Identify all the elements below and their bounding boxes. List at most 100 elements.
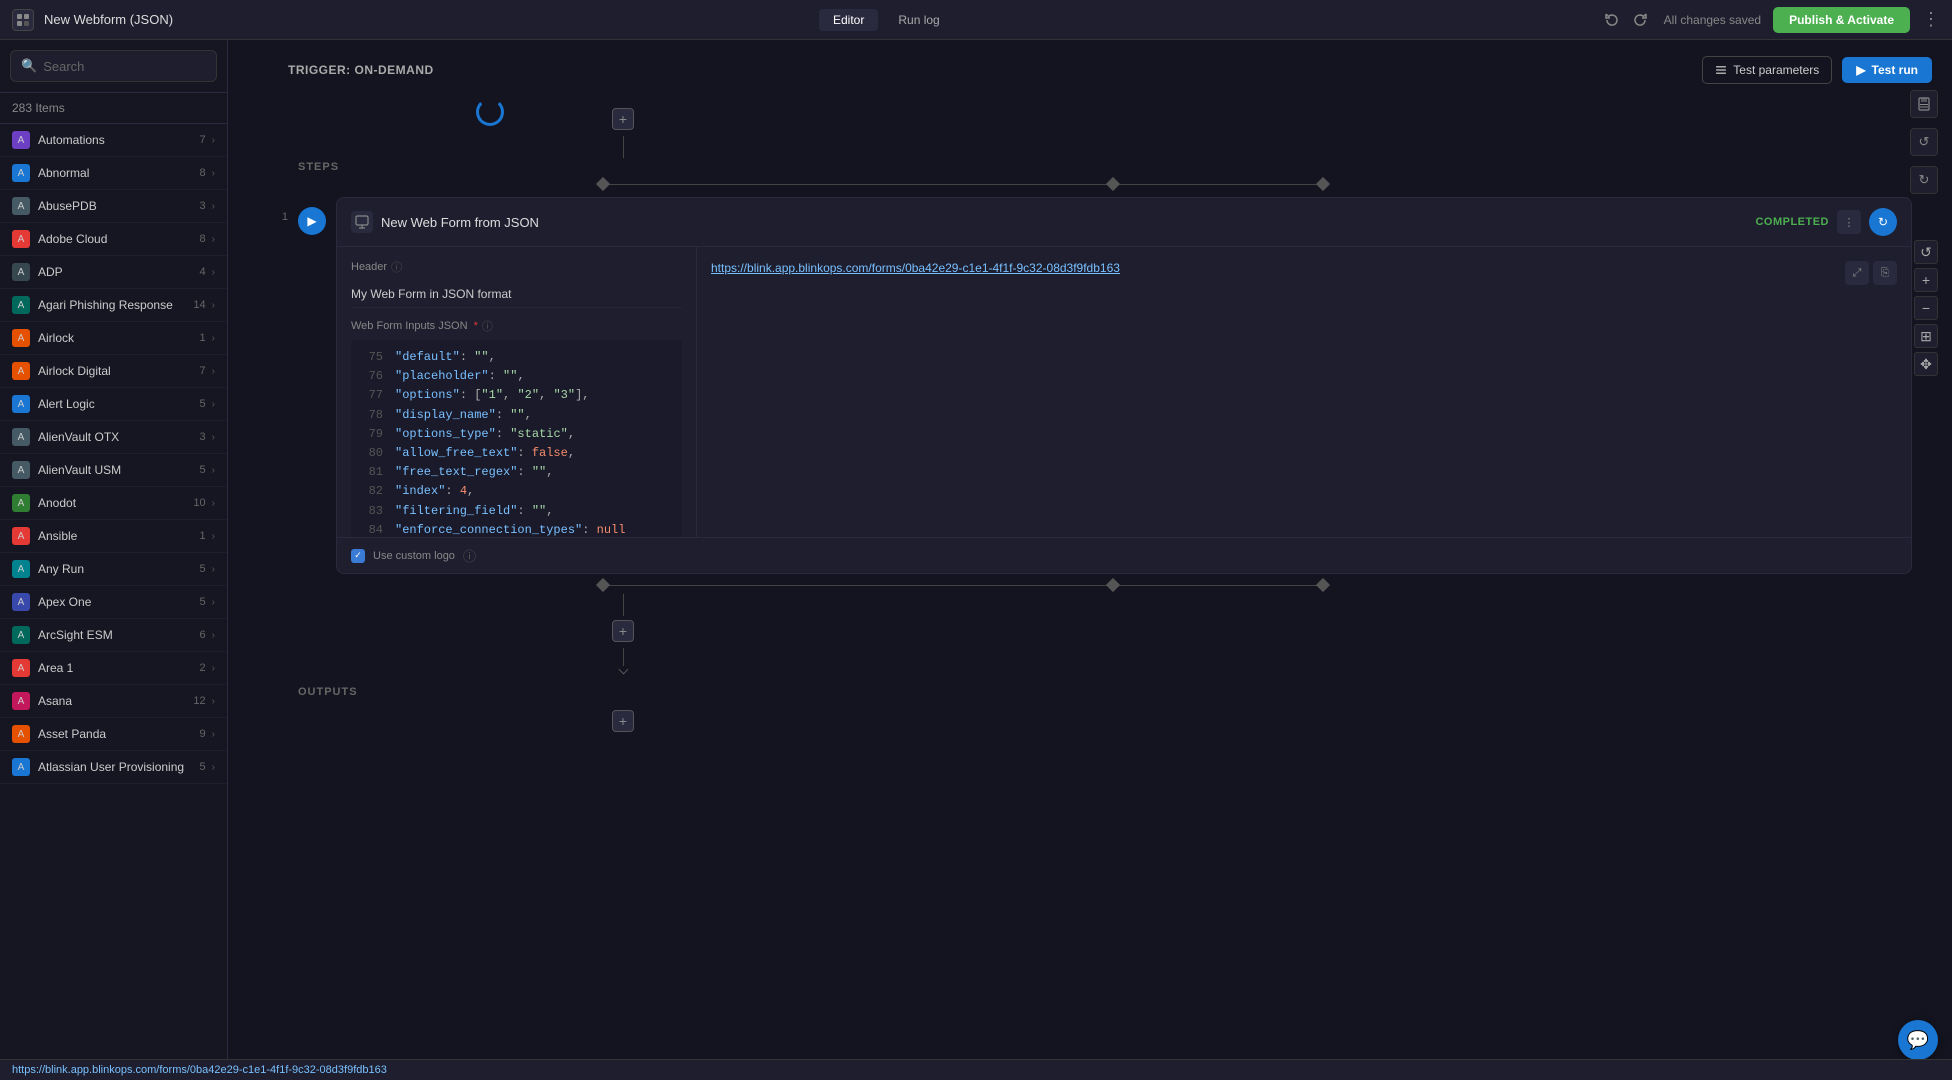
sidebar-item[interactable]: A Automations 7 › (0, 124, 227, 157)
fit-button[interactable]: ⊞ (1914, 324, 1938, 348)
code-editor[interactable]: 75"default": "",76"placeholder": "",77"o… (351, 340, 682, 537)
tab-runlog[interactable]: Run log (884, 9, 953, 31)
sidebar-item-count: 14 (193, 299, 205, 311)
sidebar-item-name: AlienVault OTX (38, 430, 119, 444)
sidebar-item-name: Agari Phishing Response (38, 298, 173, 312)
fit-view-button[interactable]: ↺ (1914, 240, 1938, 264)
sidebar-item-left: A Airlock (12, 329, 74, 347)
sidebar-item-count: 5 (200, 596, 206, 608)
test-run-button[interactable]: ▶ Test run (1842, 57, 1932, 83)
sidebar-item-icon: A (12, 263, 30, 281)
step-title-area: New Web Form from JSON (351, 211, 539, 233)
more-menu-icon[interactable]: ⋮ (1922, 9, 1940, 30)
sidebar-item[interactable]: A Airlock Digital 7 › (0, 355, 227, 388)
sidebar-item-count: 4 (200, 266, 206, 278)
sidebar-item-name: Adobe Cloud (38, 232, 107, 246)
add-output-button[interactable]: + (612, 710, 634, 732)
sidebar-item-right: 5 › (200, 464, 215, 476)
code-line: 77"options": ["1", "2", "3"], (359, 386, 674, 405)
sidebar-item[interactable]: A AlienVault USM 5 › (0, 454, 227, 487)
sidebar-item[interactable]: A Airlock 1 › (0, 322, 227, 355)
step-play-button[interactable]: ▶ (298, 207, 326, 235)
sidebar-item[interactable]: A Any Run 5 › (0, 553, 227, 586)
line-number: 77 (359, 386, 383, 405)
sidebar-item[interactable]: A Adobe Cloud 8 › (0, 223, 227, 256)
sidebar-item[interactable]: A Apex One 5 › (0, 586, 227, 619)
chevron-right-icon: › (212, 564, 215, 575)
zoom-out-button[interactable]: − (1914, 296, 1938, 320)
sidebar-item[interactable]: A Asset Panda 9 › (0, 718, 227, 751)
step-more-icon[interactable]: ⋮ (1837, 210, 1861, 234)
add-step-bottom[interactable]: + (612, 620, 634, 642)
sidebar-item[interactable]: A Alert Logic 5 › (0, 388, 227, 421)
sidebar-item[interactable]: A Asana 12 › (0, 685, 227, 718)
sidebar-item[interactable]: A AbusePDB 3 › (0, 190, 227, 223)
step-card-status: COMPLETED ⋮ ↻ (1755, 208, 1897, 236)
use-custom-logo-checkbox[interactable] (351, 549, 365, 563)
custom-logo-info-icon[interactable]: ⓘ (463, 546, 476, 565)
expand-icon[interactable]: ⤢ (1845, 261, 1869, 285)
sidebar-item[interactable]: A Ansible 1 › (0, 520, 227, 553)
line-number: 75 (359, 348, 383, 367)
sidebar-item[interactable]: A Abnormal 8 › (0, 157, 227, 190)
sidebar-item-icon: A (12, 659, 30, 677)
sidebar-item-count: 5 (200, 761, 206, 773)
sidebar-item-right: 1 › (200, 530, 215, 542)
step-card-bottom: Use custom logo ⓘ (337, 537, 1911, 573)
header-info-icon[interactable]: ⓘ (391, 259, 402, 275)
sidebar-item-name: Airlock Digital (38, 364, 111, 378)
right-toolbar: ↺ ↻ (1910, 90, 1938, 194)
sidebar-item[interactable]: A Agari Phishing Response 14 › (0, 289, 227, 322)
output-url-link[interactable]: https://blink.app.blinkops.com/forms/0ba… (711, 261, 1120, 275)
code-line: 80"allow_free_text": false, (359, 444, 674, 463)
sidebar-item-count: 12 (193, 695, 205, 707)
sidebar-item-count: 1 (200, 530, 206, 542)
sidebar-item[interactable]: A ArcSight ESM 6 › (0, 619, 227, 652)
sidebar-item-name: ADP (38, 265, 63, 279)
sidebar-item[interactable]: A ADP 4 › (0, 256, 227, 289)
test-params-label: Test parameters (1733, 63, 1819, 77)
line-content: "enforce_connection_types": null (395, 521, 625, 537)
step-sync-icon[interactable]: ↻ (1869, 208, 1897, 236)
sidebar-item-name: Abnormal (38, 166, 89, 180)
sidebar-item-left: A Asana (12, 692, 72, 710)
step-left-panel: Header ⓘ My Web Form in JSON format Web … (337, 247, 697, 537)
topbar-center: Editor Run log (819, 9, 954, 31)
status-bar: https://blink.app.blinkops.com/forms/0ba… (0, 1059, 1952, 1080)
sidebar-item-left: A ArcSight ESM (12, 626, 113, 644)
line-number: 82 (359, 482, 383, 501)
sidebar-item[interactable]: A Anodot 10 › (0, 487, 227, 520)
line-number: 79 (359, 425, 383, 444)
tab-editor[interactable]: Editor (819, 9, 878, 31)
test-params-button[interactable]: Test parameters (1702, 56, 1832, 84)
header-field-value: My Web Form in JSON format (351, 281, 682, 308)
zoom-in-button[interactable]: + (1914, 268, 1938, 292)
sidebar-item-right: 1 › (200, 332, 215, 344)
sidebar-item[interactable]: A Area 1 2 › (0, 652, 227, 685)
step-card: New Web Form from JSON COMPLETED ⋮ ↻ (336, 197, 1912, 574)
search-box[interactable]: 🔍 Search (10, 50, 217, 82)
redo-icon[interactable]: ↻ (1910, 166, 1938, 194)
sidebar-item-name: Asset Panda (38, 727, 106, 741)
sidebar-item[interactable]: A Atlassian User Provisioning 5 › (0, 751, 227, 784)
chat-button[interactable]: 💬 (1898, 1020, 1938, 1060)
publish-button[interactable]: Publish & Activate (1773, 7, 1910, 33)
move-button[interactable]: ✥ (1914, 352, 1938, 376)
line-content: "free_text_regex": "", (395, 463, 553, 482)
json-info-icon[interactable]: ⓘ (482, 318, 493, 334)
redo-icon[interactable] (1628, 8, 1652, 32)
undo-icon[interactable]: ↺ (1910, 128, 1938, 156)
sidebar-item-right: 12 › (193, 695, 215, 707)
code-line: 84"enforce_connection_types": null (359, 521, 674, 537)
sidebar-item[interactable]: A AlienVault OTX 3 › (0, 421, 227, 454)
copy-icon[interactable]: ⎘ (1873, 261, 1897, 285)
save-icon[interactable] (1910, 90, 1938, 118)
topbar-title: New Webform (JSON) (44, 12, 173, 27)
code-line: 79"options_type": "static", (359, 425, 674, 444)
sidebar-item-left: A Agari Phishing Response (12, 296, 173, 314)
add-step-top[interactable]: + (612, 108, 634, 130)
sidebar-item-count: 7 (200, 134, 206, 146)
sidebar-item-icon: A (12, 395, 30, 413)
history-icon[interactable] (1600, 8, 1624, 32)
sidebar-item-right: 9 › (200, 728, 215, 740)
